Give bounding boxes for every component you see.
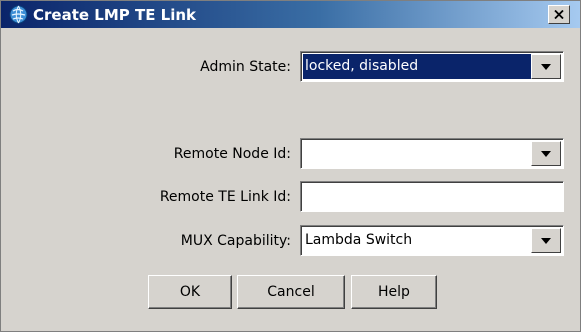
remote-node-id-label: Remote Node Id: [173,146,291,162]
remote-te-link-id-label: Remote TE Link Id: [159,189,291,205]
remote-node-id-dropdown-button[interactable] [531,141,561,166]
mux-capability-dropdown-button[interactable] [531,228,561,253]
mux-capability-value: Lambda Switch [305,232,413,248]
chevron-down-icon [541,151,551,157]
admin-state-value: locked, disabled [305,58,419,74]
mux-capability-label: MUX Capability: [180,233,291,249]
app-globe-icon [9,5,28,24]
admin-state-label: Admin State: [200,59,291,75]
ok-button[interactable]: OK [148,275,232,309]
admin-state-select[interactable]: locked, disabled [300,51,564,82]
close-button[interactable] [548,5,570,24]
dialog-window: Create LMP TE Link Admin State: locked, … [0,0,581,332]
window-title: Create LMP TE Link [33,6,197,24]
admin-state-dropdown-button[interactable] [531,54,561,79]
help-button[interactable]: Help [351,275,437,309]
mux-capability-select[interactable]: Lambda Switch [300,225,564,256]
remote-te-link-id-input[interactable] [300,181,564,212]
cancel-button[interactable]: Cancel [237,275,345,309]
title-bar[interactable]: Create LMP TE Link [1,1,580,28]
chevron-down-icon [541,238,551,244]
close-icon [554,10,564,19]
remote-node-id-select[interactable] [300,138,564,169]
chevron-down-icon [541,64,551,70]
